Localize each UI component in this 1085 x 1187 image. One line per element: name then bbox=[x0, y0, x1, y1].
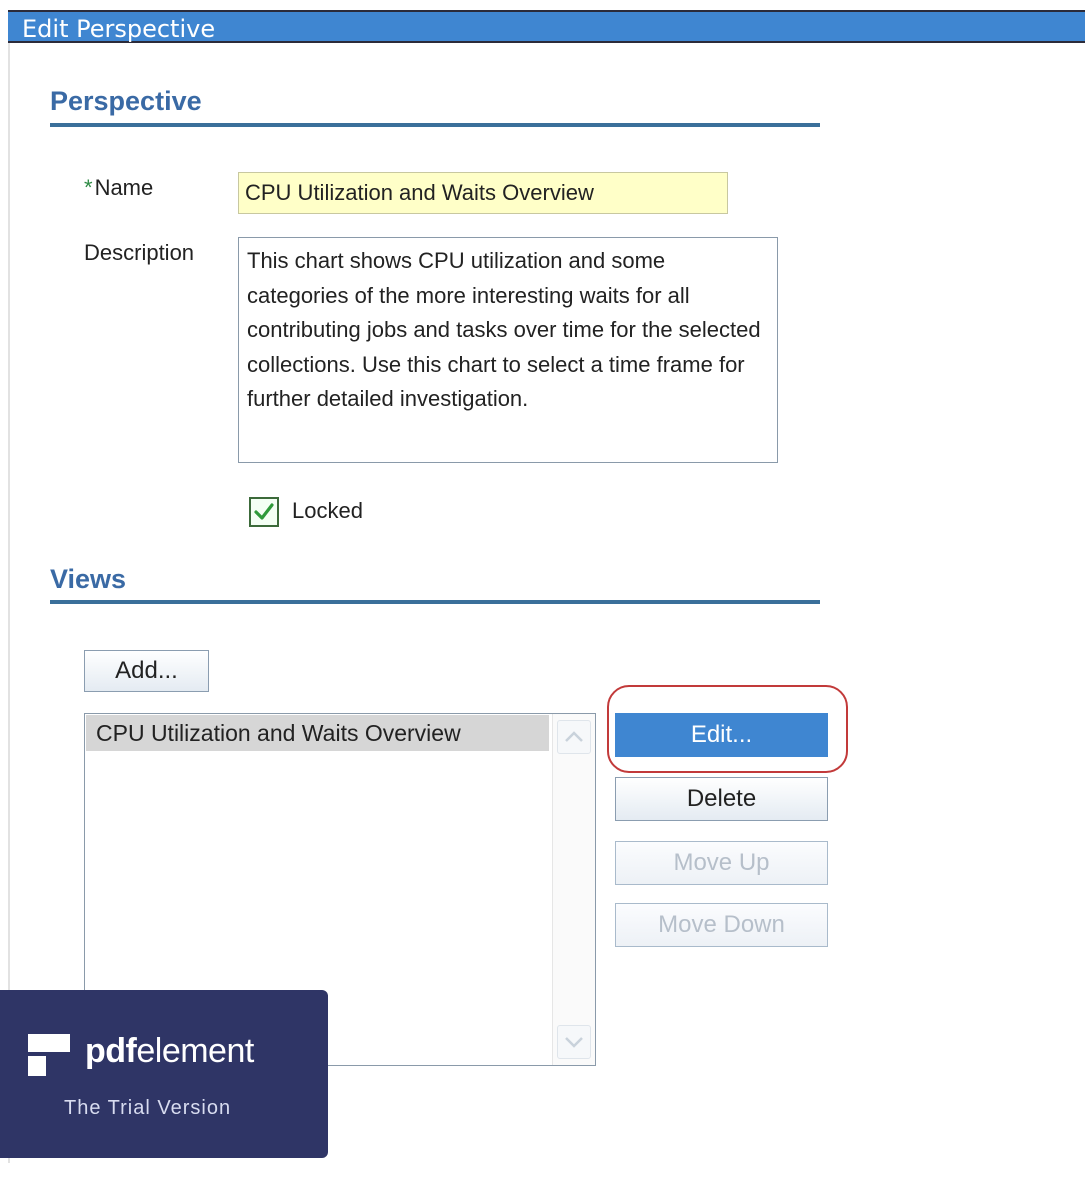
window-title: Edit Perspective bbox=[22, 15, 216, 43]
move-up-button[interactable]: Move Up bbox=[615, 841, 828, 885]
perspective-section-divider bbox=[50, 123, 820, 127]
name-label: *Name bbox=[84, 175, 153, 201]
name-label-text: Name bbox=[94, 175, 154, 200]
list-item[interactable]: CPU Utilization and Waits Overview bbox=[86, 715, 549, 751]
check-icon bbox=[254, 503, 274, 520]
views-section-heading: Views bbox=[50, 564, 127, 594]
description-label: Description bbox=[84, 240, 195, 265]
watermark-brand-rest: element bbox=[136, 1032, 254, 1070]
name-input[interactable] bbox=[238, 172, 728, 214]
scroll-up-button[interactable] bbox=[557, 720, 591, 754]
edit-view-button[interactable]: Edit... bbox=[615, 713, 828, 757]
window-titlebar: Edit Perspective bbox=[8, 10, 1085, 43]
listbox-scrollbar[interactable] bbox=[552, 714, 595, 1065]
add-view-button[interactable]: Add... bbox=[84, 650, 209, 692]
views-section-divider bbox=[50, 600, 820, 604]
trial-watermark: pdfelement The Trial Version bbox=[0, 990, 328, 1158]
watermark-brand-bold: pdf bbox=[85, 1032, 137, 1070]
watermark-brand: pdfelement bbox=[85, 1032, 254, 1071]
move-down-button[interactable]: Move Down bbox=[615, 903, 828, 947]
pdfelement-logo-icon bbox=[28, 1034, 70, 1076]
delete-view-button[interactable]: Delete bbox=[615, 777, 828, 821]
perspective-section-heading: Perspective bbox=[50, 86, 202, 116]
description-textarea[interactable]: This chart shows CPU utilization and som… bbox=[238, 237, 778, 463]
required-marker: * bbox=[84, 175, 93, 200]
chevron-down-icon bbox=[565, 1037, 583, 1048]
chevron-up-icon bbox=[565, 731, 583, 742]
locked-label: Locked bbox=[292, 498, 363, 523]
watermark-subtitle: The Trial Version bbox=[64, 1097, 232, 1119]
scroll-down-button[interactable] bbox=[557, 1025, 591, 1059]
locked-checkbox[interactable] bbox=[249, 497, 279, 527]
